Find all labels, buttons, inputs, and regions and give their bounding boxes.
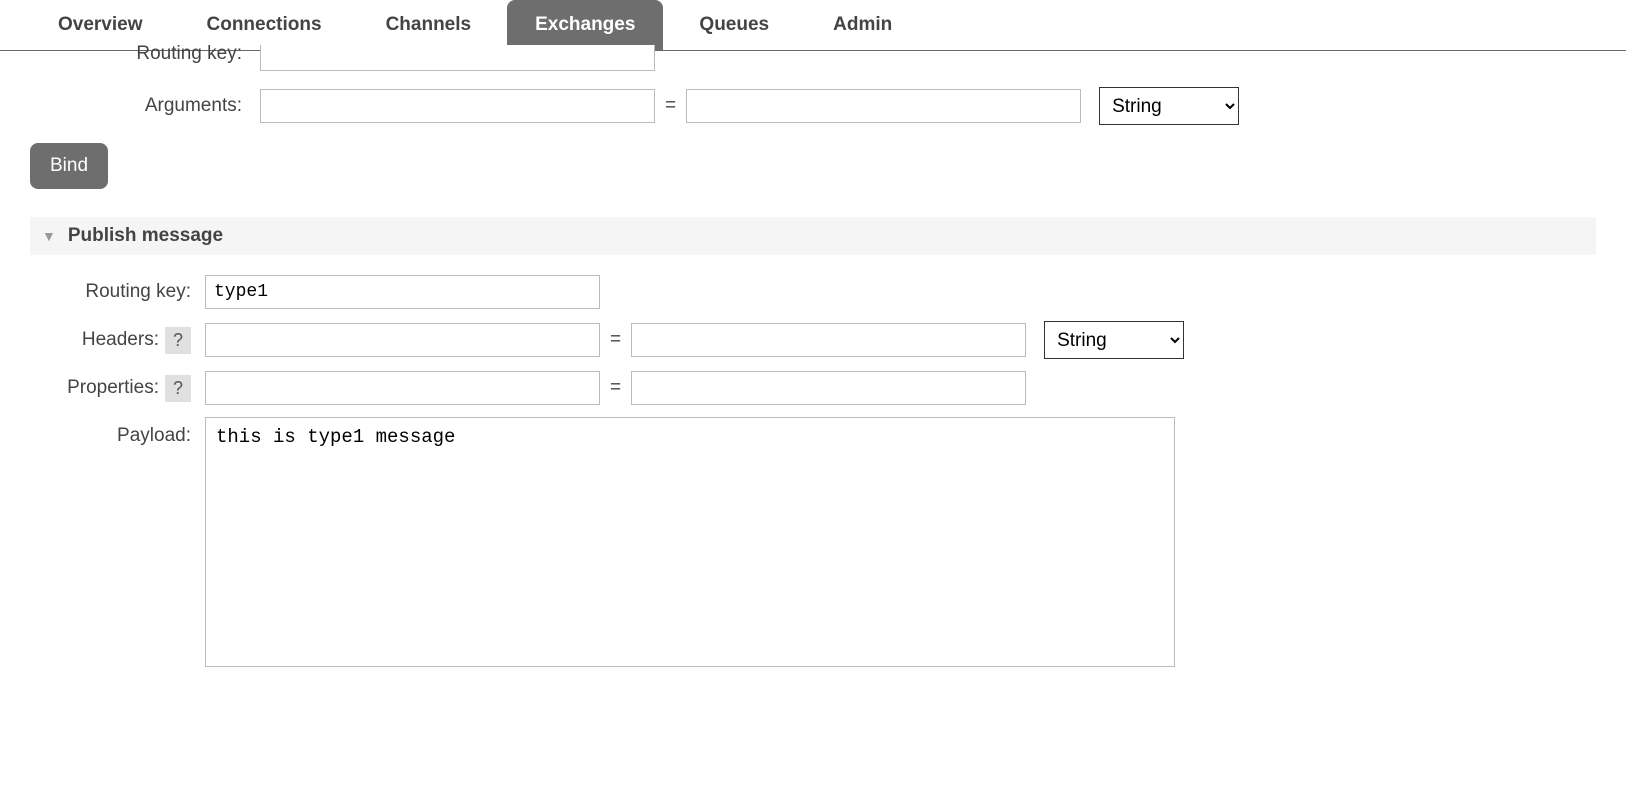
tab-overview[interactable]: Overview <box>30 0 171 50</box>
binding-routing-key-label: Routing key: <box>30 45 260 65</box>
binding-argument-type-select[interactable]: String <box>1099 87 1239 125</box>
publish-payload-textarea[interactable] <box>205 417 1175 667</box>
publish-message-title: Publish message <box>68 225 223 247</box>
binding-argument-value-input[interactable] <box>686 89 1081 123</box>
publish-headers-value-input[interactable] <box>631 323 1026 357</box>
publish-properties-label: Properties: <box>67 377 159 399</box>
publish-headers-type-select[interactable]: String <box>1044 321 1184 359</box>
publish-routing-key-label: Routing key: <box>30 281 205 303</box>
headers-help-icon[interactable]: ? <box>165 327 191 354</box>
equals-symbol-headers: = <box>600 329 631 351</box>
binding-argument-key-input[interactable] <box>260 89 655 123</box>
equals-symbol-properties: = <box>600 377 631 399</box>
publish-message-section-header[interactable]: ▼ Publish message <box>30 217 1596 255</box>
equals-symbol: = <box>655 95 686 117</box>
properties-help-icon[interactable]: ? <box>165 375 191 402</box>
tab-channels[interactable]: Channels <box>358 0 500 50</box>
publish-properties-value-input[interactable] <box>631 371 1026 405</box>
collapse-triangle-icon: ▼ <box>42 228 56 244</box>
binding-arguments-label: Arguments: <box>30 95 260 117</box>
tab-queues[interactable]: Queues <box>671 0 797 50</box>
bind-button[interactable]: Bind <box>30 143 108 189</box>
publish-routing-key-input[interactable] <box>205 275 600 309</box>
tab-admin[interactable]: Admin <box>805 0 920 50</box>
tab-exchanges[interactable]: Exchanges <box>507 0 663 50</box>
binding-routing-key-input[interactable] <box>260 45 655 71</box>
main-tabs: Overview Connections Channels Exchanges … <box>0 0 1626 51</box>
publish-payload-label: Payload: <box>30 417 205 447</box>
publish-headers-label: Headers: <box>82 329 159 351</box>
tab-connections[interactable]: Connections <box>179 0 350 50</box>
publish-headers-key-input[interactable] <box>205 323 600 357</box>
publish-properties-key-input[interactable] <box>205 371 600 405</box>
